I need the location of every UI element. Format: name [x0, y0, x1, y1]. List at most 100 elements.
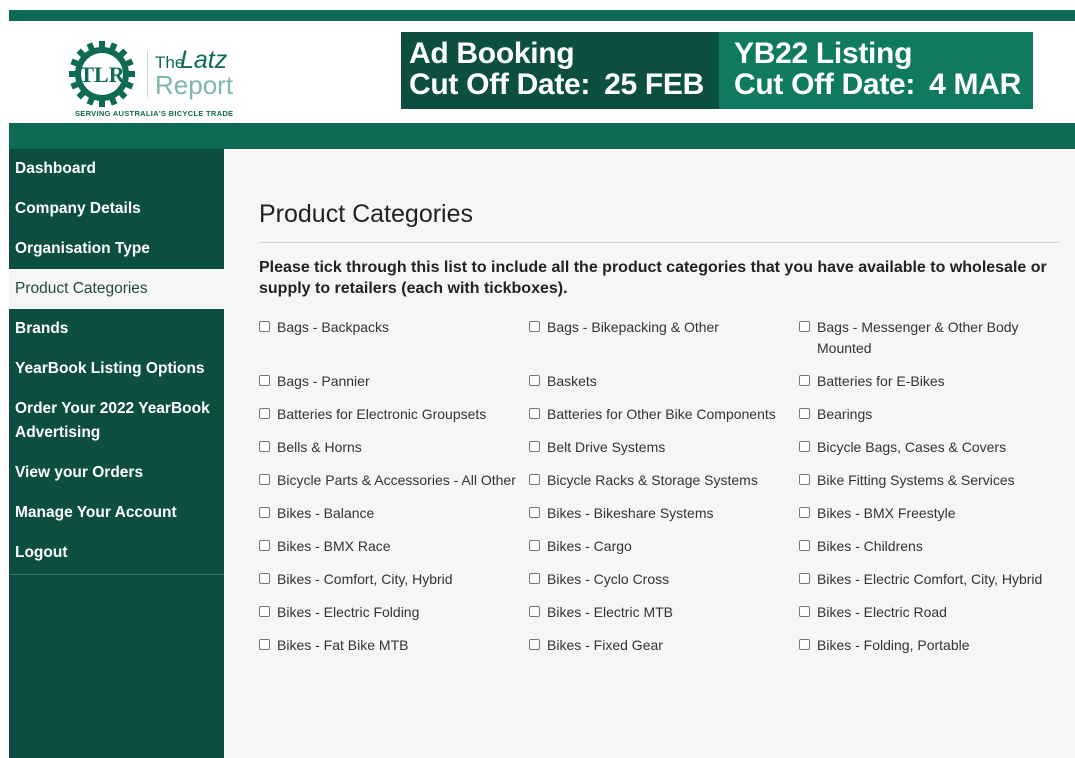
category-checkbox-item[interactable]: Bikes - BMX Race	[259, 536, 529, 557]
category-checkbox-item[interactable]: Baskets	[529, 371, 799, 392]
ad-booking-cutoff: Cut Off Date: 25 FEB	[409, 69, 719, 100]
category-checkbox-item[interactable]: Bikes - Comfort, City, Hybrid	[259, 569, 529, 590]
checkbox[interactable]	[529, 321, 540, 332]
checkbox[interactable]	[799, 408, 810, 419]
category-checkbox-item[interactable]: Bicycle Parts & Accessories - All Other	[259, 470, 529, 491]
category-checkbox-item[interactable]: Batteries for E-Bikes	[799, 371, 1069, 392]
category-checkbox-item[interactable]: Bikes - Fat Bike MTB	[259, 635, 529, 656]
category-label: Bikes - Electric Folding	[277, 604, 420, 620]
sidebar-item-product-categories[interactable]: Product Categories	[9, 269, 224, 309]
category-checkbox-item[interactable]: Bikes - Folding, Portable	[799, 635, 1069, 656]
site-logo[interactable]: TLR The Latz Report SERVING AUSTRALIA'S …	[67, 37, 257, 123]
category-checkbox-item[interactable]: Bells & Horns	[259, 437, 529, 458]
sidebar-item-manage-account[interactable]: Manage Your Account	[9, 493, 224, 533]
category-label: Bicycle Racks & Storage Systems	[547, 472, 758, 488]
sidebar-item-logout[interactable]: Logout	[9, 533, 224, 573]
logo-report-text: Report	[155, 70, 234, 100]
sidebar-item-brands[interactable]: Brands	[9, 309, 224, 349]
category-checkbox-item[interactable]: Bikes - BMX Freestyle	[799, 503, 1069, 524]
cutoff-banner[interactable]: Ad Booking Cut Off Date: 25 FEB YB22 List…	[401, 32, 1033, 109]
category-label: Bikes - Fixed Gear	[547, 637, 663, 653]
category-checkbox-item[interactable]: Bicycle Racks & Storage Systems	[529, 470, 799, 491]
checkbox[interactable]	[529, 507, 540, 518]
checkbox[interactable]	[259, 321, 270, 332]
category-label: Bikes - BMX Race	[277, 538, 391, 554]
checkbox[interactable]	[799, 321, 810, 332]
category-checkbox-item[interactable]: Bags - Pannier	[259, 371, 529, 392]
checkbox[interactable]	[259, 474, 270, 485]
logo-initials: TLR	[79, 62, 125, 87]
category-label: Bags - Bikepacking & Other	[547, 319, 719, 335]
checkbox[interactable]	[259, 573, 270, 584]
category-checkbox-item[interactable]: Bike Fitting Systems & Services	[799, 470, 1069, 491]
category-label: Bikes - Balance	[277, 505, 375, 521]
checkbox[interactable]	[799, 573, 810, 584]
checkbox[interactable]	[799, 540, 810, 551]
category-checkbox-item[interactable]: Bags - Bikepacking & Other	[529, 317, 799, 359]
category-label: Bikes - Comfort, City, Hybrid	[277, 571, 453, 587]
checkbox[interactable]	[529, 639, 540, 650]
sidebar-item-view-orders[interactable]: View your Orders	[9, 453, 224, 493]
category-checkbox-item[interactable]: Bikes - Bikeshare Systems	[529, 503, 799, 524]
category-label: Bicycle Parts & Accessories - All Other	[277, 472, 516, 488]
checkbox[interactable]	[799, 375, 810, 386]
yb22-listing-date: 4 MAR	[929, 68, 1021, 101]
ad-booking-title: Ad Booking	[409, 37, 575, 70]
checkbox[interactable]	[799, 474, 810, 485]
category-label: Bags - Pannier	[277, 373, 370, 389]
category-checkbox-item[interactable]: Bikes - Balance	[259, 503, 529, 524]
checkbox[interactable]	[799, 441, 810, 452]
page-title: Product Categories	[259, 200, 474, 228]
checkbox[interactable]	[799, 507, 810, 518]
category-label: Bags - Messenger & Other Body Mounted	[817, 319, 1019, 356]
checkbox[interactable]	[799, 639, 810, 650]
category-checkbox-item[interactable]: Bags - Backpacks	[259, 317, 529, 359]
category-checkbox-item[interactable]: Bikes - Electric Comfort, City, Hybrid	[799, 569, 1069, 590]
checkbox[interactable]	[259, 375, 270, 386]
checkbox[interactable]	[259, 408, 270, 419]
category-checkbox-item[interactable]: Bikes - Cyclo Cross	[529, 569, 799, 590]
category-checkbox-item[interactable]: Belt Drive Systems	[529, 437, 799, 458]
checkbox[interactable]	[259, 441, 270, 452]
main-content: Product Categories Please tick through t…	[224, 149, 1075, 758]
category-checkbox-item[interactable]: Bikes - Childrens	[799, 536, 1069, 557]
category-label: Bags - Backpacks	[277, 319, 390, 335]
category-checkbox-item[interactable]: Bikes - Cargo	[529, 536, 799, 557]
checkbox[interactable]	[259, 606, 270, 617]
ad-booking-date: 25 FEB	[604, 68, 704, 101]
category-label: Bicycle Bags, Cases & Covers	[817, 439, 1007, 455]
category-label: Bikes - BMX Freestyle	[817, 505, 956, 521]
category-checkbox-item[interactable]: Bikes - Electric Folding	[259, 602, 529, 623]
checkbox[interactable]	[529, 606, 540, 617]
sidebar-item-dashboard[interactable]: Dashboard	[9, 149, 224, 189]
checkbox[interactable]	[529, 408, 540, 419]
category-label: Batteries for Other Bike Components	[547, 406, 776, 422]
sidebar-item-company-details[interactable]: Company Details	[9, 189, 224, 229]
category-checkbox-item[interactable]: Batteries for Other Bike Components	[529, 404, 799, 425]
logo-tagline: SERVING AUSTRALIA'S BICYCLE TRADE	[75, 109, 234, 118]
checkbox[interactable]	[529, 441, 540, 452]
checkbox[interactable]	[529, 573, 540, 584]
category-checkbox-item[interactable]: Bikes - Electric Road	[799, 602, 1069, 623]
sidebar-item-organisation-type[interactable]: Organisation Type	[9, 229, 224, 269]
checkbox[interactable]	[529, 375, 540, 386]
checkbox[interactable]	[259, 507, 270, 518]
checkbox[interactable]	[799, 606, 810, 617]
yb22-listing-title: YB22 Listing	[734, 37, 913, 70]
category-checkbox-item[interactable]: Bags - Messenger & Other Body Mounted	[799, 317, 1069, 359]
category-label: Bike Fitting Systems & Services	[817, 472, 1015, 488]
category-checkbox-item[interactable]: Bikes - Fixed Gear	[529, 635, 799, 656]
category-checkbox-item[interactable]: Batteries for Electronic Groupsets	[259, 404, 529, 425]
checkbox[interactable]	[259, 540, 270, 551]
sidebar-item-order-yearbook-advertising[interactable]: Order Your 2022 YearBook Advertising	[9, 389, 224, 453]
checkbox[interactable]	[259, 639, 270, 650]
checkbox[interactable]	[529, 540, 540, 551]
category-checkbox-item[interactable]: Bicycle Bags, Cases & Covers	[799, 437, 1069, 458]
category-label: Belt Drive Systems	[547, 439, 666, 455]
category-checkbox-item[interactable]: Bikes - Electric MTB	[529, 602, 799, 623]
category-label: Bikes - Electric Road	[817, 604, 947, 620]
sidebar-item-yearbook-listing-options[interactable]: YearBook Listing Options	[9, 349, 224, 389]
checkbox[interactable]	[529, 474, 540, 485]
category-checkbox-item[interactable]: Bearings	[799, 404, 1069, 425]
site-header: TLR The Latz Report SERVING AUSTRALIA'S …	[9, 21, 1075, 123]
